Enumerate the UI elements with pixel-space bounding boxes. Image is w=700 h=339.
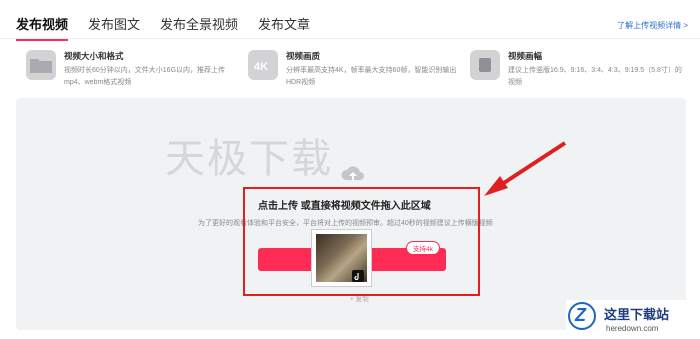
- annotation-arrow-icon: [484, 141, 567, 196]
- site-watermark: Z 这里下载站 heredown.com: [566, 300, 700, 339]
- site-name: 这里下载站: [604, 307, 670, 322]
- site-url: heredown.com: [606, 324, 659, 333]
- site-logo-icon: Z: [568, 302, 596, 330]
